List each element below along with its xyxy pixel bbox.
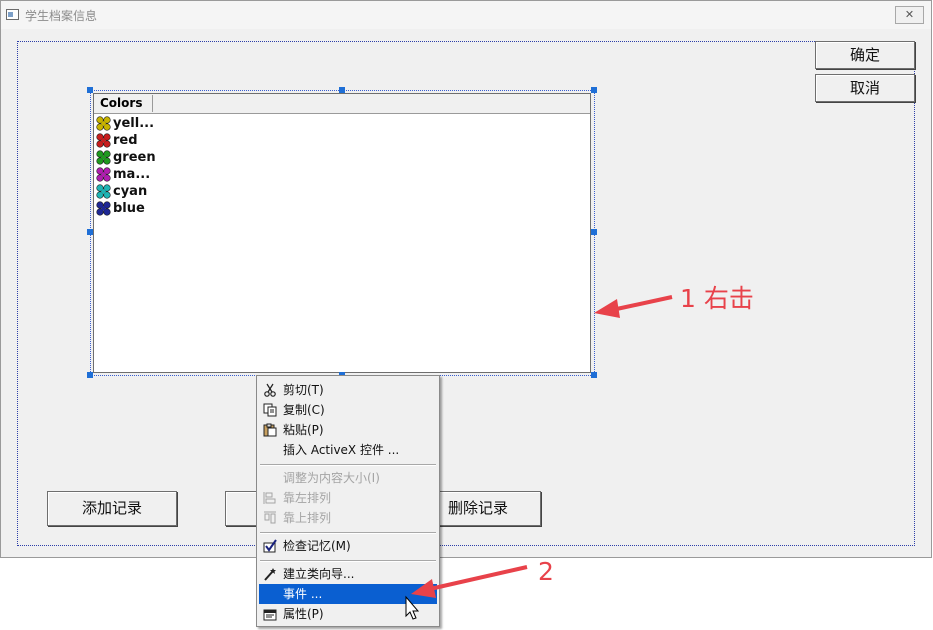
arrow-1-head: [594, 299, 620, 318]
mouse-cursor-icon: [405, 595, 420, 620]
arrow-2: [429, 565, 528, 591]
annotation-step-2: 2: [538, 557, 554, 586]
annotation-overlay: [405, 295, 673, 620]
annotation-step-1: 1 右击: [680, 284, 754, 313]
arrow-1: [611, 295, 673, 312]
arrow-2-head: [411, 579, 436, 598]
